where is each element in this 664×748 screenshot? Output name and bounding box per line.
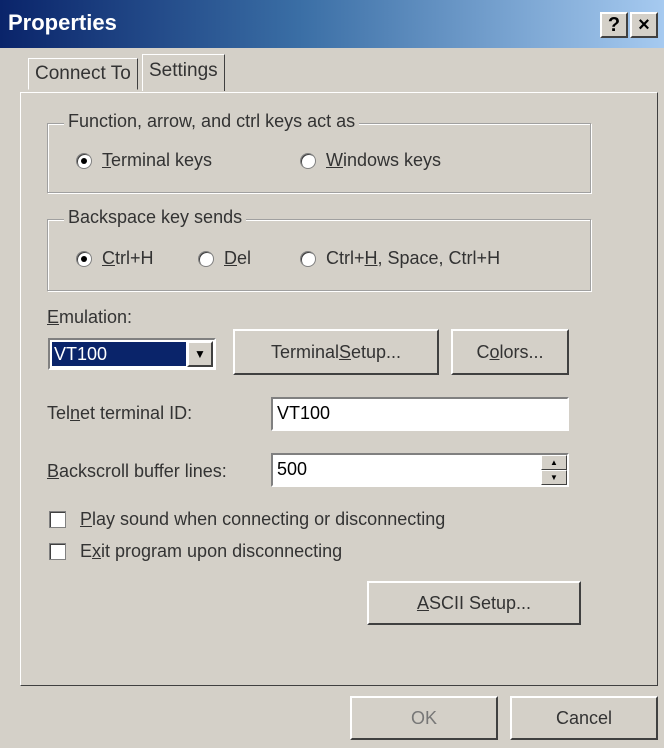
tab-connect-to[interactable]: Connect To: [28, 58, 138, 90]
telnet-id-input[interactable]: VT100: [271, 397, 569, 431]
function-keys-group: Function, arrow, and ctrl keys act as Te…: [47, 111, 591, 193]
exit-program-label: Exit program upon disconnecting: [80, 541, 343, 561]
terminal-setup-button[interactable]: Terminal Setup...: [233, 329, 439, 375]
ctrl-h-space-radio[interactable]: Ctrl+H, Space, Ctrl+H: [300, 248, 500, 269]
play-sound-checkbox[interactable]: Play sound when connecting or disconnect…: [49, 509, 445, 530]
emulation-dropdown[interactable]: VT100 ▼: [48, 338, 216, 370]
radio-empty-icon: [198, 250, 214, 267]
colors-button[interactable]: Co lors...: [451, 329, 569, 375]
emulation-label: Emulation:: [47, 307, 133, 327]
radio-empty-icon: [300, 250, 316, 267]
backscroll-label: Backscroll buffer lines:: [47, 461, 227, 481]
backscroll-spinner[interactable]: ▲ ▼: [541, 455, 567, 485]
play-sound-label: Play sound when connecting or disconnect…: [80, 509, 446, 529]
terminal-keys-label: Terminal keys: [102, 150, 213, 170]
ctrl-h-radio[interactable]: Ctrl+H: [76, 248, 154, 269]
close-button[interactable]: ×: [630, 12, 658, 38]
backscroll-value: 500: [277, 459, 308, 479]
spin-down-icon[interactable]: ▼: [541, 470, 567, 485]
checkbox-empty-icon: [49, 543, 66, 560]
checkbox-empty-icon: [49, 511, 66, 528]
radio-selected-icon: [76, 250, 92, 267]
ctrl-h-label: Ctrl+H: [102, 248, 154, 268]
backscroll-input[interactable]: 500 ▲ ▼: [271, 453, 569, 487]
ctrl-h-space-label: Ctrl+H, Space, Ctrl+H: [326, 248, 501, 268]
del-radio[interactable]: Del: [198, 248, 251, 269]
ok-button[interactable]: OK: [350, 696, 498, 740]
terminal-keys-radio[interactable]: Terminal keys: [76, 150, 212, 171]
emulation-selected-value: VT100: [52, 342, 186, 366]
cancel-button[interactable]: Cancel: [510, 696, 658, 740]
windows-keys-label: Windows keys: [326, 150, 442, 170]
ascii-setup-button[interactable]: A SCII Setup...: [367, 581, 581, 625]
title-bar[interactable]: Properties ? ×: [0, 0, 664, 48]
del-label: Del: [224, 248, 252, 268]
spin-up-icon[interactable]: ▲: [541, 455, 567, 470]
chevron-down-icon[interactable]: ▼: [187, 341, 213, 367]
properties-dialog: Properties ? × Connect To Settings Funct…: [0, 0, 664, 748]
help-button[interactable]: ?: [600, 12, 628, 38]
backspace-legend: Backspace key sends: [64, 207, 247, 228]
exit-program-checkbox[interactable]: Exit program upon disconnecting: [49, 541, 342, 562]
radio-selected-icon: [76, 152, 92, 169]
function-keys-legend: Function, arrow, and ctrl keys act as: [64, 111, 360, 132]
window-title: Properties: [8, 10, 117, 35]
settings-panel: Function, arrow, and ctrl keys act as Te…: [20, 92, 658, 686]
telnet-id-label: Telnet terminal ID:: [47, 403, 193, 423]
tab-settings[interactable]: Settings: [142, 54, 225, 91]
radio-empty-icon: [300, 152, 316, 169]
windows-keys-radio[interactable]: Windows keys: [300, 150, 441, 171]
backspace-group: Backspace key sends Ctrl+H Del Ctrl+H, S…: [47, 207, 591, 291]
